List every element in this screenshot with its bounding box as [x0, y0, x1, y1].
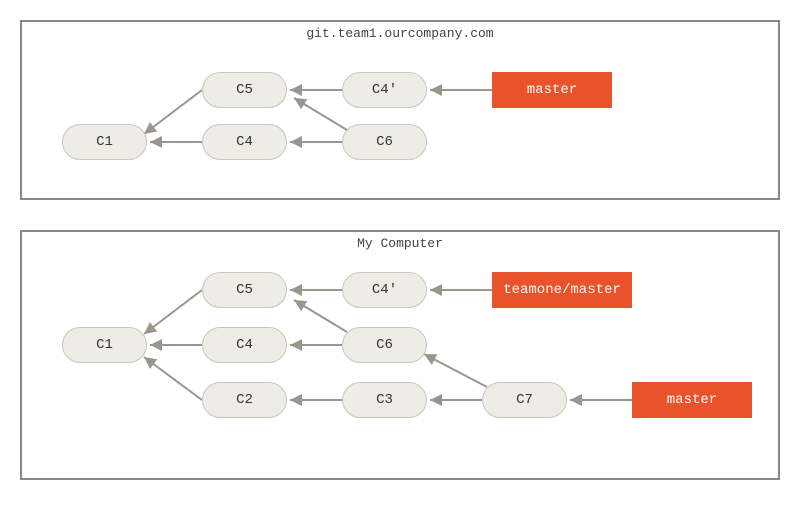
commit-label: C2 — [236, 392, 253, 408]
commit-label: C4 — [236, 134, 253, 150]
commit-c5-remote: C5 — [202, 72, 287, 108]
ref-master-local: master — [632, 382, 752, 418]
ref-label: master — [667, 392, 717, 408]
commit-c3-local: C3 — [342, 382, 427, 418]
ref-label: teamone/master — [503, 282, 621, 298]
commit-c1-remote: C1 — [62, 124, 147, 160]
commit-c4p-remote: C4' — [342, 72, 427, 108]
arrows-remote — [22, 22, 782, 202]
commit-c6-local: C6 — [342, 327, 427, 363]
commit-label: C1 — [96, 134, 113, 150]
commit-c5-local: C5 — [202, 272, 287, 308]
commit-c7-local: C7 — [482, 382, 567, 418]
panel-local-title: My Computer — [22, 236, 778, 251]
commit-label: C4' — [372, 82, 397, 98]
panel-remote: git.team1.ourcompany.com C1 C5 C4 C6 C4' — [20, 20, 780, 200]
commit-c4-local: C4 — [202, 327, 287, 363]
commit-label: C6 — [376, 134, 393, 150]
commit-c2-local: C2 — [202, 382, 287, 418]
commit-label: C3 — [376, 392, 393, 408]
commit-c6-remote: C6 — [342, 124, 427, 160]
commit-label: C4 — [236, 337, 253, 353]
commit-label: C5 — [236, 82, 253, 98]
commit-label: C4' — [372, 282, 397, 298]
commit-label: C6 — [376, 337, 393, 353]
commit-c4-remote: C4 — [202, 124, 287, 160]
commit-c1-local: C1 — [62, 327, 147, 363]
commit-c4p-local: C4' — [342, 272, 427, 308]
panel-remote-title: git.team1.ourcompany.com — [22, 26, 778, 41]
commit-label: C1 — [96, 337, 113, 353]
ref-label: master — [527, 82, 577, 98]
ref-master-remote: master — [492, 72, 612, 108]
panel-local: My Computer C1 C5 — [20, 230, 780, 480]
commit-label: C7 — [516, 392, 533, 408]
commit-label: C5 — [236, 282, 253, 298]
ref-teamone-master: teamone/master — [492, 272, 632, 308]
